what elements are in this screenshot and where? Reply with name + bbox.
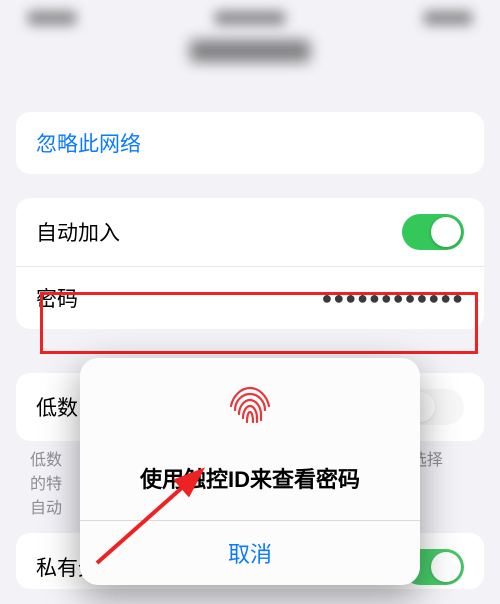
fingerprint-icon [225,380,275,430]
touchid-modal: 使用触控ID来查看密码 取消 [80,358,420,585]
touchid-modal-title: 使用触控ID来查看密码 [140,462,360,494]
touchid-cancel-button[interactable]: 取消 [80,520,420,585]
touchid-modal-backdrop: 使用触控ID来查看密码 取消 [0,0,500,604]
